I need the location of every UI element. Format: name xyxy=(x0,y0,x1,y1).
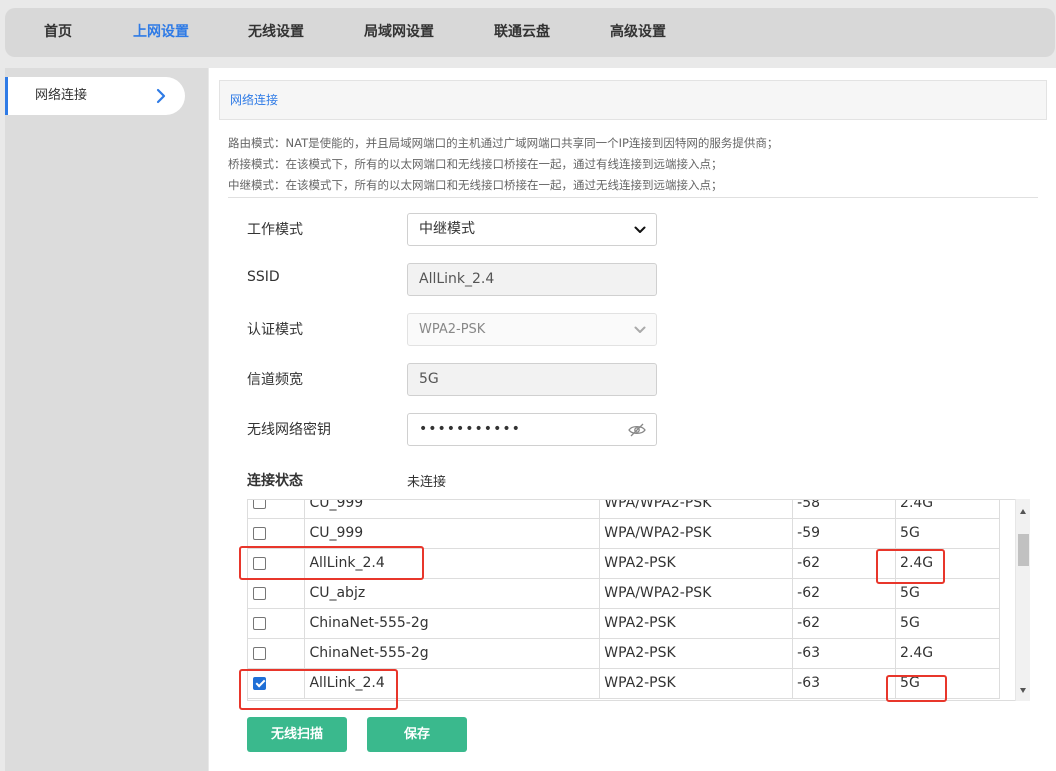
network-checkbox[interactable] xyxy=(253,526,266,540)
scroll-up-arrow-icon[interactable] xyxy=(1020,509,1026,514)
work-mode-value: 中继模式 xyxy=(419,221,475,237)
nav-item-cloud-drive[interactable]: 联通云盘 xyxy=(494,8,550,57)
table-row[interactable]: ChinaNet-555-2g WPA2-PSK -62 5G xyxy=(248,608,1000,639)
list-scrollbar[interactable] xyxy=(1015,499,1030,701)
network-checkbox[interactable] xyxy=(253,646,266,660)
nav-item-wireless-settings[interactable]: 无线设置 xyxy=(248,8,304,57)
table-row[interactable]: CU_999 WPA/WPA2-PSK -59 5G xyxy=(248,518,1000,549)
work-mode-select[interactable]: 中继模式 xyxy=(407,213,657,246)
description-repeater-mode: 中继模式：在该模式下，所有的以太网端口和无线接口桥接在一起，通过无线连接到远端接… xyxy=(228,178,723,192)
wireless-key-label: 无线网络密钥 xyxy=(247,422,331,438)
network-security: WPA2-PSK xyxy=(599,668,794,699)
network-band: 5G xyxy=(895,518,1000,549)
auth-mode-select[interactable]: WPA2-PSK xyxy=(407,313,657,346)
ssid-value: AllLink_2.4 xyxy=(419,271,495,287)
chevron-down-icon xyxy=(634,226,646,233)
panel-title: 网络连接 xyxy=(230,93,279,107)
save-button[interactable]: 保存 xyxy=(367,717,467,752)
network-ssid: CU_999 xyxy=(304,500,601,519)
main-panel: 网络连接 路由模式：NAT是使能的，并且局域网端口的主机通过广域网端口共享同一个… xyxy=(209,68,1056,771)
network-ssid: ChinaNet-555-2g xyxy=(304,608,601,639)
network-signal: -62 xyxy=(792,608,897,639)
network-security: WPA2-PSK xyxy=(599,548,794,579)
chevron-down-icon xyxy=(634,326,646,333)
network-ssid: CU_999 xyxy=(304,518,601,549)
network-ssid: AllLink_2.4 xyxy=(304,548,601,579)
channel-band-value: 5G xyxy=(419,371,439,387)
nav-item-advanced-settings[interactable]: 高级设置 xyxy=(610,8,666,57)
network-security: WPA2-PSK xyxy=(599,608,794,639)
table-row[interactable]: CU_abjz WPA/WPA2-PSK -62 5G xyxy=(248,578,1000,609)
scroll-down-arrow-icon[interactable] xyxy=(1020,688,1026,693)
network-ssid: ChinaNet-555-2g xyxy=(304,638,601,669)
network-band: 5G xyxy=(895,578,1000,609)
nav-item-internet-settings[interactable]: 上网设置 xyxy=(133,8,189,57)
description-router-mode: 路由模式：NAT是使能的，并且局域网端口的主机通过广域网端口共享同一个IP连接到… xyxy=(228,136,779,150)
chevron-right-icon xyxy=(156,88,166,104)
network-signal: -59 xyxy=(792,518,897,549)
network-signal: -62 xyxy=(792,578,897,609)
wireless-key-input[interactable]: ••••••••••• xyxy=(407,413,657,446)
network-checkbox[interactable] xyxy=(253,556,266,570)
network-signal: -63 xyxy=(792,638,897,669)
table-row[interactable]: AllLink_2.4 WPA2-PSK -62 2.4G xyxy=(248,548,1000,579)
network-ssid: AllLink_2.4 xyxy=(304,668,601,699)
network-security: WPA/WPA2-PSK xyxy=(599,500,794,519)
table-row[interactable]: ChinaNet-555-2g WPA2-PSK -63 2.4G xyxy=(248,638,1000,669)
network-band: 5G xyxy=(895,608,1000,639)
sidebar: 网络连接 xyxy=(5,68,208,771)
network-list: CU_999 WPA/WPA2-PSK -58 2.4G CU_999 WPA/… xyxy=(247,499,1015,701)
network-band: 2.4G xyxy=(895,548,1000,579)
top-nav: 首页 上网设置 无线设置 局域网设置 联通云盘 高级设置 xyxy=(5,8,1055,57)
nav-item-lan-settings[interactable]: 局域网设置 xyxy=(364,8,434,57)
network-security: WPA/WPA2-PSK xyxy=(599,518,794,549)
connection-status-label: 连接状态 xyxy=(247,473,303,489)
channel-band-label: 信道频宽 xyxy=(247,372,303,388)
network-band: 5G xyxy=(895,668,1000,699)
network-checkbox[interactable] xyxy=(253,500,266,510)
network-ssid: CU_abjz xyxy=(304,578,601,609)
table-row[interactable]: AllLink_2.4 WPA2-PSK -63 5G xyxy=(248,668,1000,699)
auth-mode-label: 认证模式 xyxy=(247,322,303,338)
nav-item-home[interactable]: 首页 xyxy=(44,8,72,57)
network-signal: -58 xyxy=(792,500,897,519)
network-security: WPA2-PSK xyxy=(599,638,794,669)
network-security: WPA/WPA2-PSK xyxy=(599,578,794,609)
connection-status-value: 未连接 xyxy=(407,475,447,490)
sidebar-item-label: 网络连接 xyxy=(35,88,88,103)
table-row[interactable]: CU_999 WPA/WPA2-PSK -58 2.4G xyxy=(248,500,1000,519)
description-bridge-mode: 桥接模式：在该模式下，所有的以太网端口和无线接口桥接在一起，通过有线连接到远端接… xyxy=(228,157,723,171)
panel-header: 网络连接 xyxy=(219,80,1047,120)
auth-mode-value: WPA2-PSK xyxy=(419,322,486,337)
work-mode-label: 工作模式 xyxy=(247,222,303,238)
scrollbar-thumb[interactable] xyxy=(1018,534,1029,566)
ssid-label: SSID xyxy=(247,269,280,285)
wireless-scan-button[interactable]: 无线扫描 xyxy=(247,717,347,752)
network-checkbox[interactable] xyxy=(253,676,266,690)
network-checkbox[interactable] xyxy=(253,616,266,630)
network-checkbox[interactable] xyxy=(253,586,266,600)
network-band: 2.4G xyxy=(895,638,1000,669)
eye-slash-icon[interactable] xyxy=(628,422,646,438)
channel-band-field[interactable]: 5G xyxy=(407,363,657,396)
network-band: 2.4G xyxy=(895,500,1000,519)
wireless-key-value: ••••••••••• xyxy=(419,421,521,437)
network-signal: -63 xyxy=(792,668,897,699)
network-signal: -62 xyxy=(792,548,897,579)
divider xyxy=(228,197,1038,198)
ssid-field[interactable]: AllLink_2.4 xyxy=(407,263,657,296)
sidebar-item-network-connection[interactable]: 网络连接 xyxy=(5,77,185,115)
